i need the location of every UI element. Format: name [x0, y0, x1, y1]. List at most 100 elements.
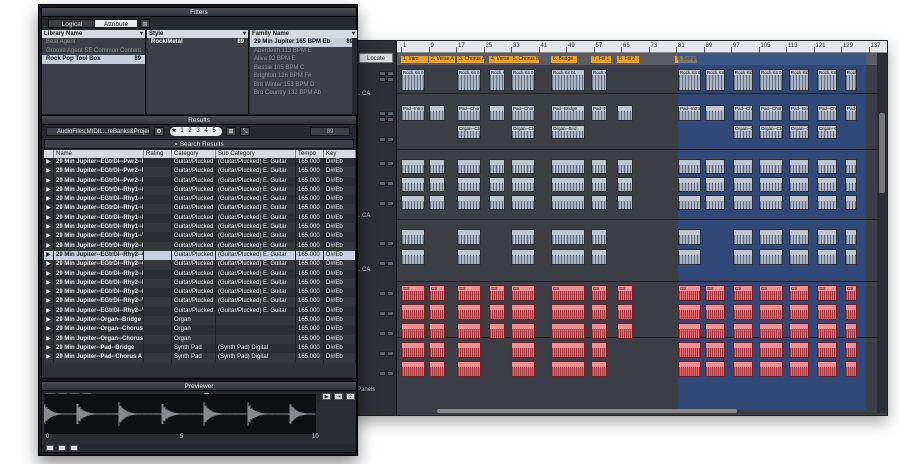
filter-item[interactable]: 29 Min Jupiter 165 BPM Eb 89 — [250, 38, 357, 47]
cell-rating[interactable] — [144, 343, 172, 354]
chevron-down-icon[interactable]: ▾ — [352, 30, 355, 38]
audio-event[interactable] — [551, 304, 585, 320]
audio-event[interactable] — [789, 323, 809, 339]
filter-item[interactable]: Beat Agent — [42, 38, 145, 47]
audio-event[interactable] — [551, 342, 585, 358]
chevron-down-icon[interactable]: ▾ — [243, 30, 246, 38]
play-icon[interactable]: ▶ — [44, 269, 54, 279]
audio-event[interactable] — [705, 361, 725, 377]
audio-event[interactable] — [678, 159, 701, 174]
audio-event[interactable]: Pad--Fill — [591, 105, 607, 121]
play-icon[interactable]: ▶ — [44, 343, 54, 354]
audio-event[interactable]: Rock Kit 01 — [733, 69, 753, 91]
audio-event[interactable] — [591, 159, 607, 174]
play-icon[interactable]: ▶ — [44, 316, 54, 326]
rating-option[interactable]: 3 — [194, 127, 202, 136]
table-row[interactable]: ▶ 29 Min Jupiter--Organ--Chorus A Organ 165… — [44, 325, 356, 335]
audio-event[interactable] — [759, 323, 783, 339]
audio-event[interactable] — [551, 177, 585, 192]
filter-item[interactable]: Brit Winter 153 BPM D — [250, 81, 357, 90]
track-button[interactable] — [387, 117, 394, 122]
filter-item[interactable]: Bro Country 132 BPM Ab — [250, 89, 357, 98]
audio-event[interactable] — [845, 323, 857, 339]
audio-event[interactable] — [429, 304, 445, 320]
audio-event[interactable] — [817, 249, 837, 265]
play-icon[interactable]: ▶ — [44, 213, 54, 224]
column-header[interactable]: Tempo — [296, 150, 324, 158]
table-row[interactable]: ▶ 29 Min Jupiter--Pad--Bridge Synth Pad (Sy… — [44, 343, 356, 354]
gear-icon[interactable]: ⚙ — [154, 127, 164, 136]
track-button[interactable] — [387, 241, 394, 246]
cell-rating[interactable] — [144, 204, 172, 214]
table-row[interactable]: ▶ 29 Min Jupiter--EGtrDI--Pwr2--Fill1 Guit… — [44, 158, 356, 168]
audio-event[interactable]: Rock Kit 01 — [551, 69, 585, 91]
audio-event[interactable] — [789, 342, 809, 358]
cell-rating[interactable] — [144, 176, 172, 186]
audio-event[interactable] — [591, 195, 607, 210]
audio-event[interactable] — [705, 323, 725, 339]
audio-event[interactable]: Gtr — [845, 285, 857, 301]
audio-event[interactable]: Gtr — [551, 285, 585, 301]
audio-event[interactable] — [429, 342, 445, 358]
audio-event[interactable] — [401, 195, 425, 210]
table-row[interactable]: ▶29 Min Jupiter--EGtrDI--Rhy2--Vers Guita… — [44, 297, 356, 307]
audio-event[interactable] — [817, 195, 837, 210]
audio-event[interactable] — [789, 249, 809, 265]
play-icon[interactable]: ▶ — [44, 250, 54, 261]
rating-filter[interactable]: ★ 1 2 3 4 5 — [170, 127, 222, 136]
play-icon[interactable]: ▶ — [44, 176, 54, 186]
table-row[interactable]: ▶ 29 Min Jupiter--Organ--Bridge Organ 165.0… — [44, 316, 356, 326]
audio-event[interactable] — [705, 159, 725, 174]
audio-event[interactable] — [511, 249, 535, 265]
audio-event[interactable] — [489, 304, 505, 320]
column-header[interactable]: Category — [172, 150, 216, 158]
audio-event[interactable]: Pad--Intro — [678, 105, 701, 121]
audio-event[interactable] — [591, 249, 607, 265]
audio-event[interactable] — [845, 177, 857, 192]
track-button[interactable] — [387, 161, 394, 166]
play-icon[interactable]: ▶ — [44, 223, 54, 233]
audio-event[interactable]: Organ--Cho — [789, 125, 809, 139]
audio-event[interactable] — [591, 361, 607, 377]
table-row[interactable]: ▶ 29 Min Jupiter--Pad--Chorus A Synth Pad(… — [44, 353, 356, 363]
audio-event[interactable] — [678, 249, 701, 265]
audio-event[interactable] — [401, 304, 425, 320]
audio-event[interactable]: Gtr — [817, 285, 837, 301]
cell-rating[interactable] — [144, 213, 172, 224]
play-icon[interactable]: ▶ — [44, 232, 54, 242]
audio-event[interactable] — [401, 177, 425, 192]
play-icon[interactable]: ▶ — [44, 306, 54, 317]
rating-option[interactable]: 1 — [178, 127, 186, 136]
audio-event[interactable] — [705, 177, 725, 192]
audio-event[interactable] — [511, 195, 535, 210]
timeline-ruler[interactable]: 1 9 17 25 33 41 49 57 65 73 81 89 97 105 113 121 129 137 — [397, 41, 887, 53]
audio-event[interactable] — [457, 229, 481, 245]
track-button[interactable] — [379, 291, 386, 296]
audio-event[interactable] — [457, 304, 481, 320]
column-header[interactable]: Key — [324, 150, 356, 158]
audio-event[interactable] — [401, 229, 425, 245]
audio-event[interactable] — [457, 342, 481, 358]
scroll-thumb[interactable] — [879, 113, 885, 193]
filter-options-button[interactable]: ⊞ — [140, 19, 150, 28]
sync-icon[interactable]: ⤡ — [240, 127, 250, 136]
audio-event[interactable] — [845, 304, 857, 320]
audio-event[interactable] — [845, 361, 857, 377]
audio-event[interactable]: Gtr — [733, 285, 753, 301]
cell-rating[interactable] — [144, 306, 172, 317]
audio-event[interactable] — [401, 323, 425, 339]
audio-event[interactable] — [845, 195, 857, 210]
track-button[interactable] — [387, 201, 394, 206]
tab-attribute[interactable]: Attribute — [94, 19, 138, 28]
audio-event[interactable] — [617, 304, 633, 320]
audio-event[interactable] — [489, 323, 505, 339]
audio-event[interactable]: Rock Kit 01 — [457, 69, 481, 91]
audio-event[interactable] — [429, 105, 445, 121]
play-icon[interactable]: ▶ — [44, 288, 54, 298]
audio-event[interactable]: Rock Kit 01 — [678, 69, 701, 91]
audio-event[interactable] — [551, 195, 585, 210]
audio-event[interactable] — [733, 342, 753, 358]
filter-item[interactable]: Bessie 105 BPM C — [250, 64, 357, 73]
audio-event[interactable]: Organ--Brid — [551, 125, 585, 139]
audio-event[interactable] — [678, 304, 701, 320]
